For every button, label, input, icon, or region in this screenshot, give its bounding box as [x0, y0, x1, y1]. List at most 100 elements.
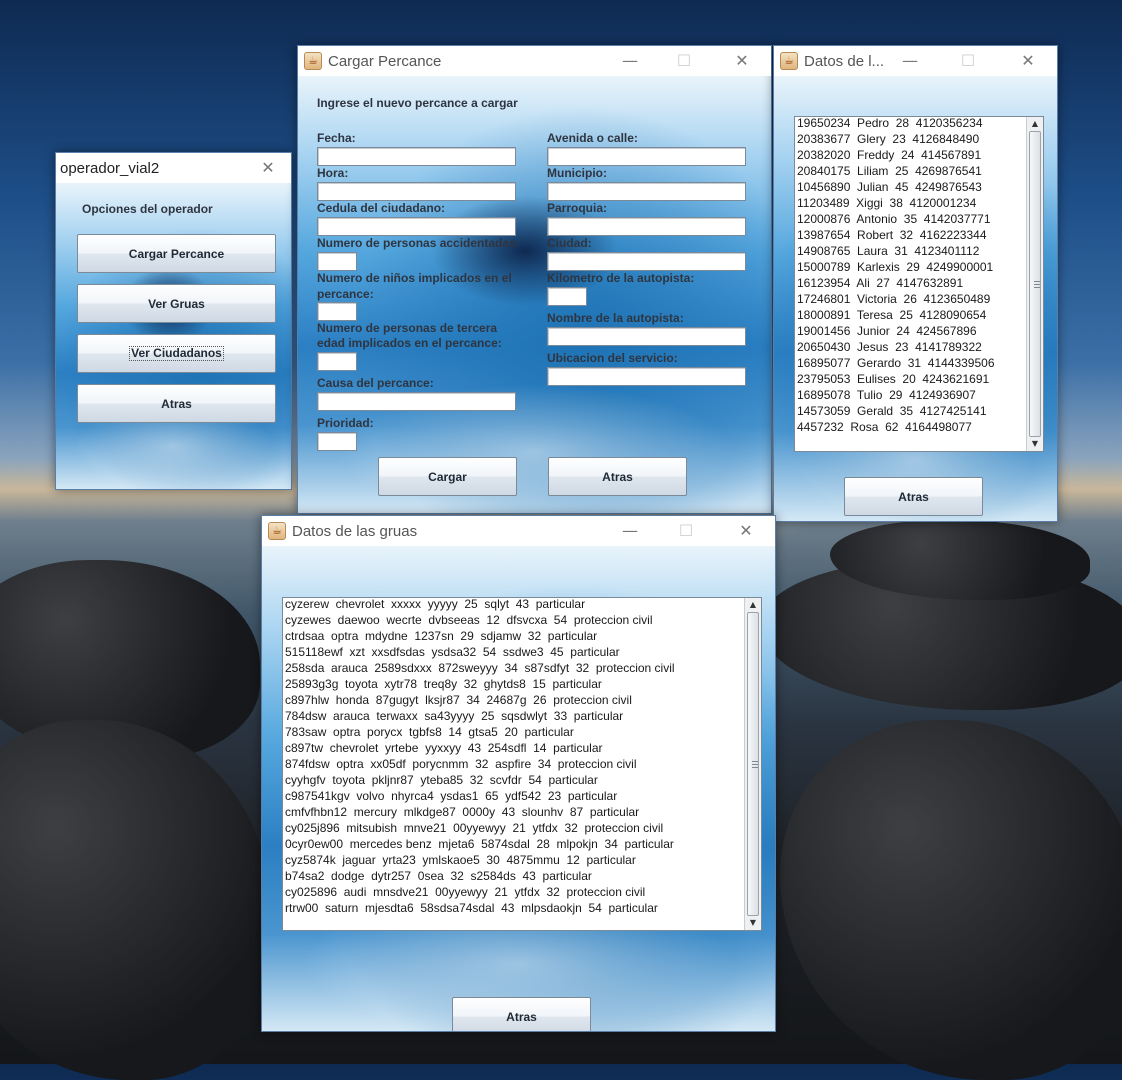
- maximize-icon[interactable]: ☐: [663, 516, 709, 546]
- gruas-list[interactable]: cyzerew chevrolet xxxxx yyyyy 25 sqlyt 4…: [282, 597, 762, 931]
- ciudadano-row[interactable]: 19001456 Junior 24 424567896: [795, 323, 1027, 339]
- ciudadanos-rows: 19650234 Pedro 28 4120356234 20383677 Gle…: [795, 117, 1027, 435]
- grua-row[interactable]: cmfvfhbn12 mercury mlkdge87 0000y 43 slo…: [283, 804, 745, 820]
- cargar-percance-button[interactable]: Cargar Percance: [77, 234, 276, 273]
- grua-row[interactable]: b74sa2 dodge dytr257 0sea 32 s2584ds 43 …: [283, 868, 745, 884]
- grua-row[interactable]: cyz5874k jaguar yrta23 ymlskaoe5 30 4875…: [283, 852, 745, 868]
- operator-window: operador_vial2 ✕ Opciones del operador C…: [55, 152, 292, 490]
- municipio-field[interactable]: [547, 182, 746, 201]
- ciudadano-row[interactable]: 11203489 Xiggi 38 4120001234: [795, 195, 1027, 211]
- ciudadano-row[interactable]: 14908765 Laura 31 4123401112: [795, 243, 1027, 259]
- close-icon[interactable]: ✕: [719, 46, 765, 76]
- ver-gruas-button[interactable]: Ver Gruas: [77, 284, 276, 323]
- gruas-rows: cyzerew chevrolet xxxxx yyyyy 25 sqlyt 4…: [283, 598, 745, 916]
- personas-accidentadas-field[interactable]: [317, 252, 357, 271]
- ciudadano-row[interactable]: 4457232 Rosa 62 4164498077: [795, 419, 1027, 435]
- fecha-field[interactable]: [317, 147, 516, 166]
- grua-row[interactable]: 784dsw arauca terwaxx sa43yyyy 25 sqsdwl…: [283, 708, 745, 724]
- ninos-field[interactable]: [317, 302, 357, 321]
- tercera-edad-label-line2: edad implicados en el percance:: [317, 336, 502, 350]
- ninos-label-line1: Numero de niños implicados en el: [317, 271, 512, 285]
- ciudadano-row[interactable]: 17246801 Victoria 26 4123650489: [795, 291, 1027, 307]
- ciudad-label: Ciudad:: [547, 236, 592, 250]
- scroll-up-icon[interactable]: ▲: [745, 598, 761, 612]
- ciudadano-row[interactable]: 20840175 Liliam 25 4269876541: [795, 163, 1027, 179]
- grua-row[interactable]: 258sda arauca 2589sdxxx 872sweyyy 34 s87…: [283, 660, 745, 676]
- ciudadano-row[interactable]: 19650234 Pedro 28 4120356234: [795, 117, 1027, 131]
- avenida-field[interactable]: [547, 147, 746, 166]
- ciudadano-row[interactable]: 18000891 Teresa 25 4128090654: [795, 307, 1027, 323]
- ciudadanos-window: ☕ Datos de l... — ☐ ✕ 19650234 Pedro 28 …: [773, 45, 1058, 522]
- maximize-icon[interactable]: ☐: [945, 46, 991, 76]
- parroquia-field[interactable]: [547, 217, 746, 236]
- grua-row[interactable]: 874fdsw optra xx05df porycnmm 32 aspfire…: [283, 756, 745, 772]
- grua-row[interactable]: cyzewes daewoo wecrte dvbseeas 12 dfsvcx…: [283, 612, 745, 628]
- gruas-atras-button[interactable]: Atras: [452, 997, 591, 1031]
- ciudadano-row[interactable]: 20383677 Glery 23 4126848490: [795, 131, 1027, 147]
- grua-row[interactable]: cyyhgfv toyota pkljnr87 yteba85 32 scvfd…: [283, 772, 745, 788]
- gruas-scrollbar[interactable]: ▲ ▼: [744, 598, 761, 930]
- grua-row[interactable]: rtrw00 saturn mjesdta6 58sdsa74sdal 43 m…: [283, 900, 745, 916]
- ciudadano-row[interactable]: 16895077 Gerardo 31 4144339506: [795, 355, 1027, 371]
- grua-row[interactable]: cyzerew chevrolet xxxxx yyyyy 25 sqlyt 4…: [283, 598, 745, 612]
- ciudadanos-titlebar: ☕ Datos de l... — ☐ ✕: [774, 46, 1057, 76]
- ciudadano-row[interactable]: 12000876 Antonio 35 4142037771: [795, 211, 1027, 227]
- autopista-label: Nombre de la autopista:: [547, 311, 684, 325]
- grua-row[interactable]: c987541kgv volvo nhyrca4 ysdas1 65 ydf54…: [283, 788, 745, 804]
- ciudadano-row[interactable]: 16123954 Ali 27 4147632891: [795, 275, 1027, 291]
- close-icon[interactable]: ✕: [723, 516, 769, 546]
- operator-heading: Opciones del operador: [82, 202, 213, 216]
- scroll-down-icon[interactable]: ▼: [1027, 437, 1043, 451]
- scroll-down-icon[interactable]: ▼: [745, 916, 761, 930]
- ciudadanos-list[interactable]: 19650234 Pedro 28 4120356234 20383677 Gle…: [794, 116, 1044, 452]
- ciudad-field[interactable]: [547, 252, 746, 271]
- minimize-icon[interactable]: —: [607, 516, 653, 546]
- ciudadano-row[interactable]: 13987654 Robert 32 4162223344: [795, 227, 1027, 243]
- close-icon[interactable]: ✕: [245, 153, 291, 183]
- avenida-label: Avenida o calle:: [547, 131, 638, 145]
- operator-panel: Opciones del operador Cargar Percance Ve…: [56, 183, 291, 489]
- grua-row[interactable]: ctrdsaa optra mdydne 1237sn 29 sdjamw 32…: [283, 628, 745, 644]
- percance-window-title: Cargar Percance: [328, 52, 442, 70]
- grua-row[interactable]: 25893g3g toyota xytr78 treq8y 32 ghytds8…: [283, 676, 745, 692]
- ciudadano-row[interactable]: 16895078 Tulio 29 4124936907: [795, 387, 1027, 403]
- causa-label: Causa del percance:: [317, 376, 434, 390]
- ciudadano-row[interactable]: 10456890 Julian 45 4249876543: [795, 179, 1027, 195]
- ver-ciudadanos-button[interactable]: Ver Ciudadanos: [77, 334, 276, 373]
- close-icon[interactable]: ✕: [1005, 46, 1051, 76]
- grua-row[interactable]: 515118ewf xzt xxsdfsdas ysdsa32 54 ssdwe…: [283, 644, 745, 660]
- grua-row[interactable]: cy025896 audi mnsdve21 00yyewyy 21 ytfdx…: [283, 884, 745, 900]
- scrollbar-thumb[interactable]: [1029, 131, 1041, 437]
- operator-window-title: operador_vial2: [60, 159, 160, 177]
- grua-row[interactable]: cy025j896 mitsubish mnve21 00yyewyy 21 y…: [283, 820, 745, 836]
- grua-row[interactable]: 783saw optra porycx tgbfs8 14 gtsa5 20 p…: [283, 724, 745, 740]
- cedula-field[interactable]: [317, 217, 516, 236]
- percance-atras-button[interactable]: Atras: [548, 457, 687, 496]
- prioridad-field[interactable]: [317, 432, 357, 451]
- causa-field[interactable]: [317, 392, 516, 411]
- ciudadano-row[interactable]: 14573059 Gerald 35 4127425141: [795, 403, 1027, 419]
- ciudadano-row[interactable]: 20382020 Freddy 24 414567891: [795, 147, 1027, 163]
- gruas-window-title: Datos de las gruas: [292, 522, 418, 540]
- grua-row[interactable]: c897tw chevrolet yrtebe yyxxyy 43 254sdf…: [283, 740, 745, 756]
- minimize-icon[interactable]: —: [607, 46, 653, 76]
- scrollbar-thumb[interactable]: [747, 612, 759, 916]
- ubicacion-field[interactable]: [547, 367, 746, 386]
- kilometro-field[interactable]: [547, 287, 587, 306]
- maximize-icon[interactable]: ☐: [661, 46, 707, 76]
- minimize-icon[interactable]: —: [887, 46, 933, 76]
- ciudadanos-scrollbar[interactable]: ▲ ▼: [1026, 117, 1043, 451]
- ciudadano-row[interactable]: 15000789 Karlexis 29 4249900001: [795, 259, 1027, 275]
- cargar-button[interactable]: Cargar: [378, 457, 517, 496]
- autopista-field[interactable]: [547, 327, 746, 346]
- hora-field[interactable]: [317, 182, 516, 201]
- scroll-up-icon[interactable]: ▲: [1027, 117, 1043, 131]
- operator-atras-button[interactable]: Atras: [77, 384, 276, 423]
- tercera-edad-field[interactable]: [317, 352, 357, 371]
- hora-label: Hora:: [317, 166, 349, 180]
- ciudadanos-atras-button[interactable]: Atras: [844, 477, 983, 516]
- grua-row[interactable]: 0cyr0ew00 mercedes benz mjeta6 5874sdal …: [283, 836, 745, 852]
- ciudadano-row[interactable]: 23795053 Eulises 20 4243621691: [795, 371, 1027, 387]
- grua-row[interactable]: c897hlw honda 87gugyt lksjr87 34 24687g …: [283, 692, 745, 708]
- ciudadano-row[interactable]: 20650430 Jesus 23 4141789322: [795, 339, 1027, 355]
